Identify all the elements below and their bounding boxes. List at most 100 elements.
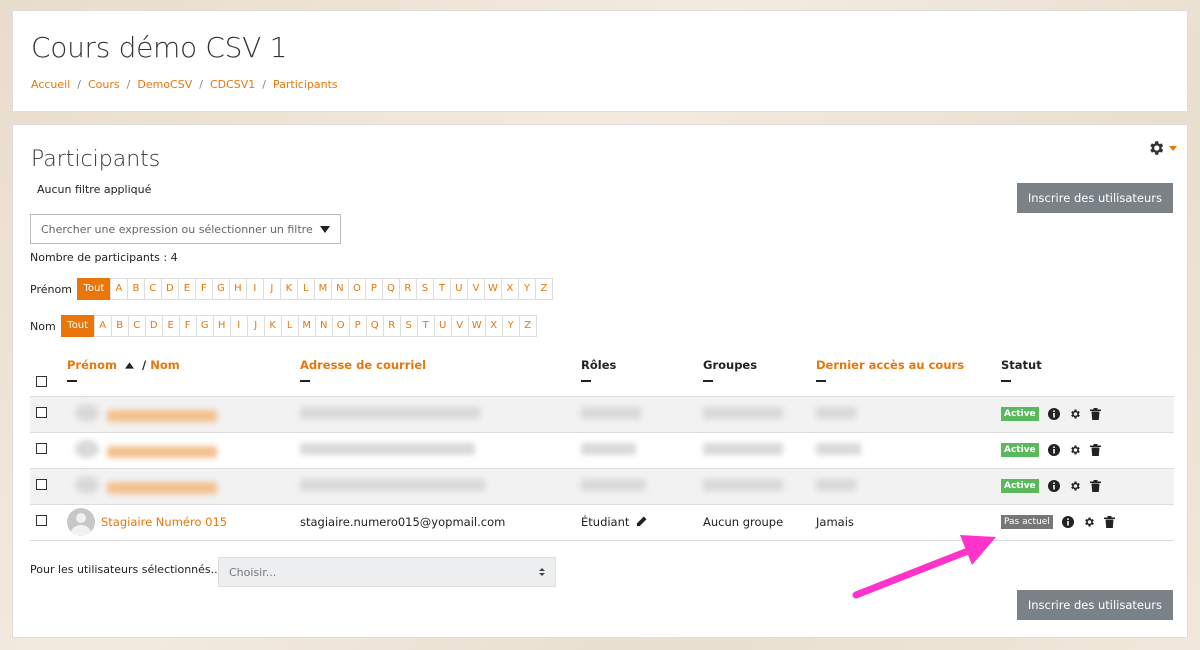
initial-all[interactable]: Tout xyxy=(76,278,111,300)
initial-letter[interactable]: L xyxy=(296,278,315,300)
select-all-checkbox[interactable] xyxy=(36,376,47,387)
initial-letter[interactable]: L xyxy=(280,315,299,337)
initial-letter[interactable]: K xyxy=(279,278,298,300)
bulk-action-select[interactable]: Choisir... xyxy=(218,557,556,587)
breadcrumb-course[interactable]: CDCSV1 xyxy=(210,78,255,91)
initial-letter[interactable]: G xyxy=(211,278,230,300)
pencil-icon[interactable] xyxy=(636,516,647,527)
breadcrumb-home[interactable]: Accueil xyxy=(31,78,70,91)
initial-letter[interactable]: H xyxy=(228,278,247,300)
initial-letter[interactable]: N xyxy=(330,278,349,300)
enrol-users-button[interactable]: Inscrire des utilisateurs xyxy=(1016,183,1173,213)
initial-letter[interactable]: A xyxy=(109,278,128,300)
initial-letter[interactable]: Q xyxy=(365,315,384,337)
initial-letter[interactable]: Z xyxy=(518,315,537,337)
sort-lastname-link[interactable]: Nom xyxy=(150,358,180,372)
initial-letter[interactable]: S xyxy=(399,315,418,337)
initial-letter[interactable]: J xyxy=(246,315,265,337)
initial-letter[interactable]: P xyxy=(348,315,367,337)
blurred-email xyxy=(300,478,485,491)
breadcrumb-category[interactable]: DemoCSV xyxy=(137,78,192,91)
initial-letter[interactable]: B xyxy=(110,315,129,337)
initial-letter[interactable]: U xyxy=(449,278,468,300)
trash-icon[interactable] xyxy=(1089,444,1101,456)
trash-icon[interactable] xyxy=(1089,408,1101,420)
initial-letter[interactable]: W xyxy=(483,278,502,300)
collapse-column-icon[interactable] xyxy=(1001,380,1011,382)
initial-letter[interactable]: E xyxy=(161,315,180,337)
breadcrumb-participants[interactable]: Participants xyxy=(273,78,338,91)
collapse-column-icon[interactable] xyxy=(816,380,826,382)
enrol-users-button-bottom[interactable]: Inscrire des utilisateurs xyxy=(1016,590,1173,620)
initial-letter[interactable]: I xyxy=(245,278,264,300)
initial-letter[interactable]: V xyxy=(450,315,469,337)
initial-letter[interactable]: B xyxy=(126,278,145,300)
filter-search-select[interactable]: Chercher une expression ou sélectionner … xyxy=(30,214,341,244)
info-icon[interactable] xyxy=(1047,408,1060,420)
initial-letter[interactable]: A xyxy=(93,315,112,337)
initial-letter[interactable]: S xyxy=(415,278,434,300)
initial-letter[interactable]: J xyxy=(262,278,281,300)
breadcrumb-courses[interactable]: Cours xyxy=(88,78,120,91)
initial-letter[interactable]: C xyxy=(143,278,162,300)
initial-letter[interactable]: P xyxy=(364,278,383,300)
cog-icon[interactable] xyxy=(1069,480,1081,492)
initial-all[interactable]: Tout xyxy=(60,315,95,337)
initial-letter[interactable]: F xyxy=(178,315,197,337)
initial-letter[interactable]: O xyxy=(347,278,366,300)
settings-menu[interactable] xyxy=(1147,139,1177,157)
trash-icon[interactable] xyxy=(1089,480,1101,492)
initial-letter[interactable]: K xyxy=(263,315,282,337)
cog-icon[interactable] xyxy=(1069,408,1081,420)
sort-email-link[interactable]: Adresse de courriel xyxy=(300,358,426,372)
participant-name-link[interactable]: Stagiaire Numéro 015 xyxy=(101,515,227,529)
info-icon[interactable] xyxy=(1047,480,1060,492)
initial-letter[interactable]: R xyxy=(398,278,417,300)
initial-letter[interactable]: Z xyxy=(534,278,553,300)
info-icon[interactable] xyxy=(1047,444,1060,456)
sort-last-access-link[interactable]: Dernier accès au cours xyxy=(816,358,964,372)
blurred-email xyxy=(300,442,475,455)
row-checkbox[interactable] xyxy=(36,515,47,526)
initial-letter[interactable]: Q xyxy=(381,278,400,300)
status-cell: Active xyxy=(1001,443,1174,457)
initial-letter[interactable]: E xyxy=(177,278,196,300)
initial-letter[interactable]: O xyxy=(331,315,350,337)
initial-letter[interactable]: G xyxy=(195,315,214,337)
initial-letter[interactable]: D xyxy=(144,315,163,337)
initial-letter[interactable]: Y xyxy=(501,315,520,337)
collapse-column-icon[interactable] xyxy=(581,380,591,382)
initial-letter[interactable]: D xyxy=(160,278,179,300)
filter-placeholder: Chercher une expression ou sélectionner … xyxy=(41,222,313,236)
initial-letter[interactable]: V xyxy=(466,278,485,300)
initial-letter[interactable]: Y xyxy=(517,278,536,300)
initial-letter[interactable]: R xyxy=(382,315,401,337)
info-icon[interactable] xyxy=(1061,516,1074,528)
row-checkbox[interactable] xyxy=(36,443,47,454)
collapse-column-icon[interactable] xyxy=(703,380,713,382)
blurred-group xyxy=(703,406,783,419)
cog-icon[interactable] xyxy=(1083,516,1095,528)
initial-letter[interactable]: C xyxy=(127,315,146,337)
initial-letter[interactable]: N xyxy=(314,315,333,337)
trash-icon[interactable] xyxy=(1103,516,1115,528)
initial-letter[interactable]: F xyxy=(194,278,213,300)
collapse-column-icon[interactable] xyxy=(67,380,77,382)
initial-letter[interactable]: M xyxy=(313,278,332,300)
collapse-column-icon[interactable] xyxy=(300,380,310,382)
initial-letter[interactable]: H xyxy=(212,315,231,337)
initial-letter[interactable]: T xyxy=(416,315,435,337)
initial-letter[interactable]: T xyxy=(432,278,451,300)
initial-letter[interactable]: X xyxy=(484,315,503,337)
initial-letter[interactable]: X xyxy=(500,278,519,300)
roles-header: Rôles xyxy=(581,352,703,396)
row-checkbox[interactable] xyxy=(36,407,47,418)
initial-letter[interactable]: U xyxy=(433,315,452,337)
sort-firstname-link[interactable]: Prénom xyxy=(67,358,117,372)
initial-letter[interactable]: M xyxy=(297,315,316,337)
row-checkbox[interactable] xyxy=(36,479,47,490)
initial-letter[interactable]: I xyxy=(229,315,248,337)
cog-icon[interactable] xyxy=(1069,444,1081,456)
initial-letter[interactable]: W xyxy=(467,315,486,337)
select-all-header xyxy=(30,352,67,396)
